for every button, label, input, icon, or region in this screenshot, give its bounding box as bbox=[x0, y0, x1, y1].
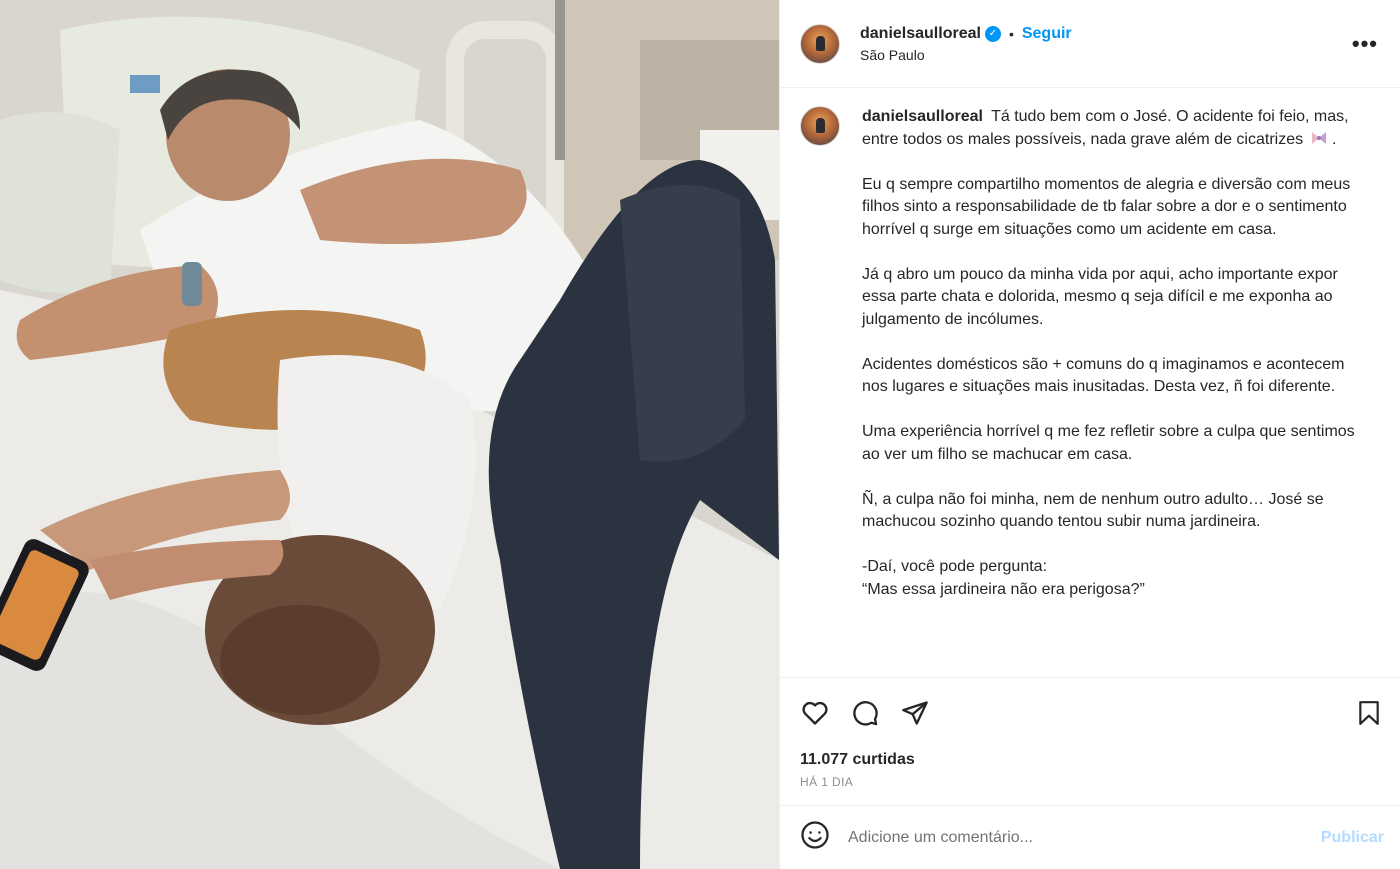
post-location[interactable]: São Paulo bbox=[860, 47, 1072, 63]
post-stats: 11.077 curtidas HÁ 1 DIA bbox=[780, 747, 1400, 805]
hospital-bed-photo bbox=[0, 0, 779, 869]
caption-paragraph: Eu q sempre compartilho momentos de aleg… bbox=[862, 175, 1351, 238]
verified-badge-icon: ✓ bbox=[984, 25, 1001, 42]
more-options-icon[interactable]: ••• bbox=[1346, 31, 1384, 57]
post-timestamp[interactable]: HÁ 1 DIA bbox=[800, 775, 1380, 789]
caption-area: danielsaulloreal Tá tudo bem com o José.… bbox=[780, 88, 1400, 677]
author-username[interactable]: danielsaulloreal bbox=[860, 25, 981, 43]
caption-paragraph: Já q abro um pouco da minha vida por aqu… bbox=[862, 265, 1338, 328]
caption-author-avatar[interactable] bbox=[800, 106, 840, 146]
likes-count[interactable]: 11.077 curtidas bbox=[800, 751, 1380, 769]
publish-button[interactable]: Publicar bbox=[1321, 829, 1384, 847]
post-photo[interactable] bbox=[0, 0, 779, 869]
instagram-post: danielsaulloreal ✓ • Seguir São Paulo ••… bbox=[0, 0, 1400, 869]
post-side-panel: danielsaulloreal ✓ • Seguir São Paulo ••… bbox=[779, 0, 1400, 869]
caption-paragraph: “Mas essa jardineira não era perigosa?” bbox=[862, 580, 1145, 598]
share-paper-plane-icon[interactable] bbox=[900, 698, 930, 728]
caption-paragraph: danielsaulloreal Tá tudo bem com o José.… bbox=[862, 106, 1362, 151]
comment-bubble-icon[interactable] bbox=[850, 698, 880, 728]
caption-username[interactable]: danielsaulloreal bbox=[862, 108, 983, 125]
author-info: danielsaulloreal ✓ • Seguir São Paulo bbox=[860, 25, 1072, 63]
follow-button[interactable]: Seguir bbox=[1022, 25, 1072, 43]
post-actions bbox=[780, 677, 1400, 747]
author-avatar[interactable] bbox=[800, 23, 840, 64]
caption-text-1-suffix: . bbox=[1327, 130, 1337, 148]
comment-input[interactable] bbox=[848, 828, 1303, 847]
save-bookmark-icon[interactable] bbox=[1354, 698, 1384, 728]
like-heart-icon[interactable] bbox=[800, 698, 830, 728]
caption-paragraph: Acidentes domésticos são + comuns do q i… bbox=[862, 355, 1345, 396]
caption-paragraph: Uma experiência horrível q me fez reflet… bbox=[862, 423, 1355, 463]
emoji-smiley-icon[interactable] bbox=[800, 820, 830, 855]
ribbon-emoji-icon bbox=[1311, 131, 1326, 144]
post-header: danielsaulloreal ✓ • Seguir São Paulo ••… bbox=[780, 0, 1400, 88]
author-row: danielsaulloreal ✓ • Seguir bbox=[860, 25, 1072, 43]
caption-paragraph: Ñ, a culpa não foi minha, nem de nenhum … bbox=[862, 490, 1324, 531]
separator-dot: • bbox=[1008, 25, 1014, 42]
post-caption: danielsaulloreal Tá tudo bem com o José.… bbox=[862, 106, 1362, 677]
caption-paragraph: -Daí, você pode pergunta: bbox=[862, 558, 1048, 575]
comment-bar: Publicar bbox=[780, 805, 1400, 869]
